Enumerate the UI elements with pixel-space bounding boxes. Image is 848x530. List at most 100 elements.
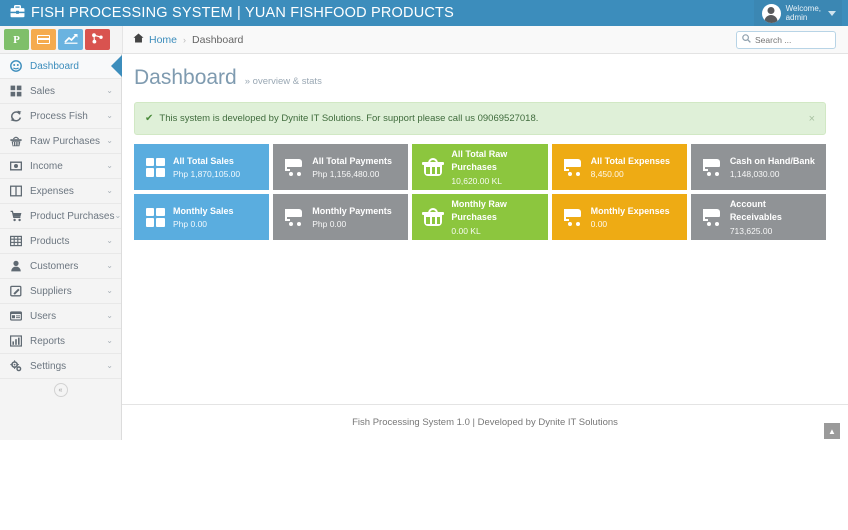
chevron-down-icon[interactable]: ⌄ (106, 312, 113, 320)
stat-card-value: Php 0.00 (312, 219, 347, 229)
close-icon[interactable]: × (809, 113, 815, 125)
chevron-down-icon[interactable]: ⌄ (106, 162, 113, 170)
cart-icon (562, 208, 584, 226)
sidebar-item-label: Settings (30, 360, 67, 372)
sidebar-collapse-button[interactable]: « (53, 383, 68, 397)
chevron-down-icon[interactable]: ⌄ (106, 87, 113, 95)
chevron-down-icon[interactable]: ⌄ (106, 237, 113, 245)
stat-card-body: All Total Raw Purchases 10,620.00 KL (448, 147, 541, 188)
search-box[interactable] (736, 30, 836, 49)
check-icon: ✔ (145, 113, 154, 124)
chevron-down-icon[interactable] (828, 10, 836, 16)
stat-card-monthly-payments[interactable]: Monthly Payments Php 0.00 (273, 194, 409, 240)
stat-card-icon (697, 208, 727, 226)
chevron-down-icon[interactable]: ⌄ (106, 262, 113, 270)
edit-square-icon (10, 285, 25, 297)
sidebar-item-reports[interactable]: Reports ⌄ (0, 329, 121, 354)
sidebar-item-expenses[interactable]: Expenses ⌄ (0, 179, 121, 204)
peso-icon: P (13, 33, 20, 46)
card-button[interactable] (31, 29, 56, 50)
stat-card-body: Monthly Raw Purchases 0.00 KL (448, 197, 541, 238)
chart-button[interactable] (58, 29, 83, 50)
user-menu[interactable]: Welcome, admin (753, 0, 842, 26)
sidebar-item-label: Expenses (30, 185, 74, 197)
table-icon (10, 235, 25, 247)
stat-card-title: Cash on Hand/Bank (729, 155, 815, 166)
chevron-down-icon[interactable]: ⌄ (106, 137, 113, 145)
stat-card-value: 0.00 (590, 219, 608, 229)
sidebar-item-label: Product Purchases (30, 210, 115, 222)
back-to-top-button[interactable]: ▲ (824, 423, 840, 439)
search-input[interactable] (755, 34, 830, 45)
sidebar-item-process-fish[interactable]: Process Fish ⌄ (0, 104, 121, 129)
stat-card-title: Monthly Payments (312, 205, 392, 216)
stat-card-title: Monthly Raw Purchases (451, 198, 507, 223)
sidebar-item-settings[interactable]: Settings ⌄ (0, 354, 121, 379)
sidebar-item-label: Process Fish (30, 110, 88, 122)
bar-chart-icon (10, 335, 25, 347)
stat-card-all-total-payments[interactable]: All Total Payments Php 1,156,480.00 (273, 144, 409, 190)
chevron-down-icon[interactable]: ⌄ (106, 362, 113, 370)
sub-navbar: P Home › Dashboard Search ... (0, 26, 848, 54)
brand-title: FISH PROCESSING SYSTEM | YUAN FISHFOOD P… (31, 5, 454, 21)
refresh-icon (10, 110, 25, 122)
peso-button[interactable]: P (4, 29, 29, 50)
stat-card-all-total-sales[interactable]: All Total Sales Php 1,870,105.00 (134, 144, 270, 190)
cart-icon (562, 158, 584, 176)
sidebar-item-label: Sales (30, 85, 56, 97)
stat-card-value: Php 1,156,480.00 (312, 169, 380, 179)
stat-card-row: Monthly Sales Php 0.00 Monthly Payments Php… (134, 194, 827, 240)
sidebar-item-label: Reports (30, 335, 66, 347)
sidebar-item-label: Products (30, 235, 70, 247)
stat-card-value: 10,620.00 KL (451, 175, 502, 186)
sitemap-icon (91, 32, 104, 47)
stat-card-title: Monthly Sales (173, 205, 234, 216)
sidebar-item-suppliers[interactable]: Suppliers ⌄ (0, 279, 121, 304)
stat-card-title: All Total Expenses (590, 155, 670, 166)
stat-card-account-receivables[interactable]: Account Receivables 713,625.00 (690, 194, 827, 240)
stat-card-icon (558, 158, 588, 176)
page-title: Dashboard (134, 66, 237, 89)
sidebar-item-income[interactable]: Income ⌄ (0, 154, 121, 179)
chevron-left-icon: « (58, 386, 63, 394)
sidebar-item-products[interactable]: Products ⌄ (0, 229, 121, 254)
cart-icon (10, 210, 25, 222)
stat-card-body: Monthly Sales Php 0.00 (170, 204, 234, 231)
stat-card-value: 0.00 KL (451, 225, 481, 236)
stat-card-monthly-sales[interactable]: Monthly Sales Php 0.00 (134, 194, 270, 240)
chevron-down-icon[interactable]: ⌄ (106, 187, 113, 195)
stat-card-body: Cash on Hand/Bank 1,148,030.00 (727, 154, 815, 181)
cart-icon (283, 208, 305, 226)
stat-card-body: Account Receivables 713,625.00 (727, 197, 820, 238)
stat-card-value: 713,625.00 (729, 225, 773, 236)
page-subtitle: » overview & stats (244, 76, 322, 87)
stat-card-icon (140, 157, 170, 177)
stat-card-icon (697, 158, 727, 176)
stat-card-cash-on-hand-bank[interactable]: Cash on Hand/Bank 1,148,030.00 (690, 144, 827, 190)
search-icon (742, 34, 751, 45)
stat-card-monthly-expenses[interactable]: Monthly Expenses 0.00 (551, 194, 687, 240)
stat-card-all-total-expenses[interactable]: All Total Expenses 8,450.00 (551, 144, 687, 190)
stat-card-icon (558, 208, 588, 226)
sidebar-item-users[interactable]: Users ⌄ (0, 304, 121, 329)
sidebar-item-label: Dashboard (30, 60, 79, 72)
sidebar-collapse-row: « (0, 379, 121, 401)
chevron-down-icon[interactable]: ⌄ (106, 112, 113, 120)
sidebar-item-sales[interactable]: Sales ⌄ (0, 79, 121, 104)
sidebar-item-raw-purchases[interactable]: Raw Purchases ⌄ (0, 129, 121, 154)
sidebar-item-customers[interactable]: Customers ⌄ (0, 254, 121, 279)
stat-card-monthly-raw-purchases[interactable]: Monthly Raw Purchases 0.00 KL (412, 194, 548, 240)
sidebar-item-label: Suppliers (30, 285, 72, 297)
share-button[interactable] (85, 29, 110, 50)
chevron-down-icon[interactable]: ⌄ (106, 337, 113, 345)
page-bottom-filler (0, 440, 848, 530)
breadcrumb-home-link[interactable]: Home (149, 34, 177, 46)
stat-card-all-total-raw-purchases[interactable]: All Total Raw Purchases 10,620.00 KL (412, 144, 548, 190)
chevron-down-icon[interactable]: ⌄ (115, 212, 122, 220)
sidebar-item-product-purchases[interactable]: Product Purchases ⌄ (0, 204, 121, 229)
sidebar-menu: Dashboard Sales ⌄ Process Fish ⌄ Raw Purchase… (0, 54, 121, 379)
stat-card-icon (279, 208, 309, 226)
sidebar-item-dashboard[interactable]: Dashboard (0, 54, 121, 79)
sidebar-item-label: Income (30, 160, 63, 172)
chevron-down-icon[interactable]: ⌄ (106, 287, 113, 295)
